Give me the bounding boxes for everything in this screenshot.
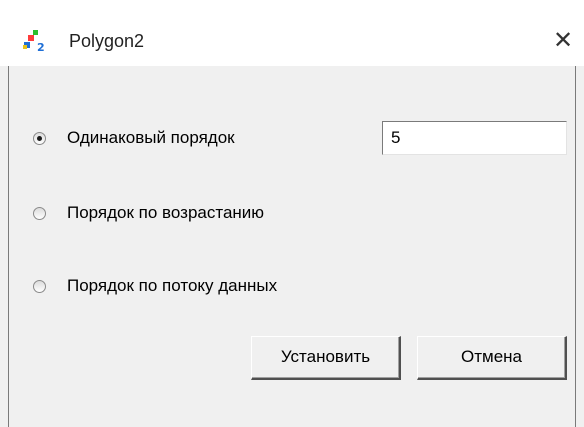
radio-dataflow-order[interactable]: Порядок по потоку данных bbox=[33, 276, 277, 296]
radio-button-ascending-order[interactable] bbox=[33, 206, 46, 220]
close-icon[interactable]: ✕ bbox=[548, 26, 578, 56]
order-value-input[interactable] bbox=[382, 121, 567, 155]
radio-label-same-order: Одинаковый порядок bbox=[67, 128, 235, 147]
radio-label-ascending-order: Порядок по возрастанию bbox=[67, 203, 265, 222]
polygon-app-icon: 2 bbox=[22, 29, 46, 54]
window-title: Polygon2 bbox=[69, 31, 145, 51]
cancel-button[interactable]: Отмена bbox=[417, 336, 567, 380]
polygon2-dialog: 2 Polygon2 ✕ Одинаковый порядок Порядок … bbox=[0, 0, 584, 427]
window-border-right bbox=[575, 66, 576, 427]
title-bar[interactable]: 2 Polygon2 ✕ bbox=[0, 0, 584, 66]
radio-label-dataflow-order: Порядок по потоку данных bbox=[67, 276, 278, 295]
radio-button-dataflow-order[interactable] bbox=[33, 279, 46, 293]
svg-text:2: 2 bbox=[37, 41, 45, 53]
set-button[interactable]: Установить bbox=[251, 336, 401, 380]
radio-ascending-order[interactable]: Порядок по возрастанию bbox=[33, 203, 264, 223]
radio-same-order[interactable]: Одинаковый порядок bbox=[33, 128, 235, 148]
radio-button-same-order[interactable] bbox=[33, 131, 46, 145]
